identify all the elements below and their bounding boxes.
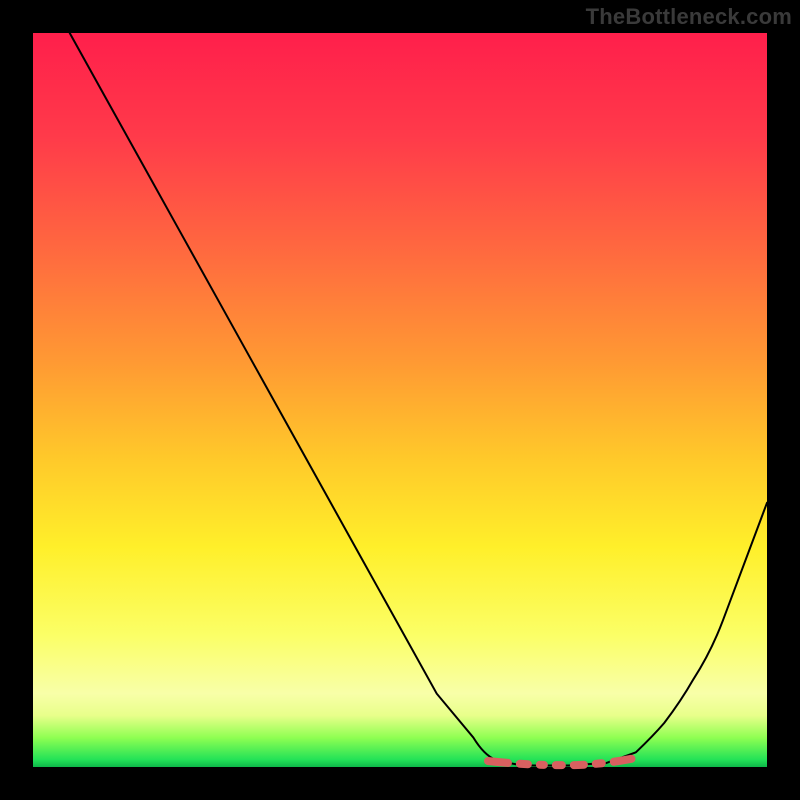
chart-frame: TheBottleneck.com [0, 0, 800, 800]
watermark-text: TheBottleneck.com [586, 4, 792, 30]
bottleneck-curve [70, 33, 767, 766]
curve-svg [33, 33, 767, 767]
gradient-plot-area [33, 33, 767, 767]
